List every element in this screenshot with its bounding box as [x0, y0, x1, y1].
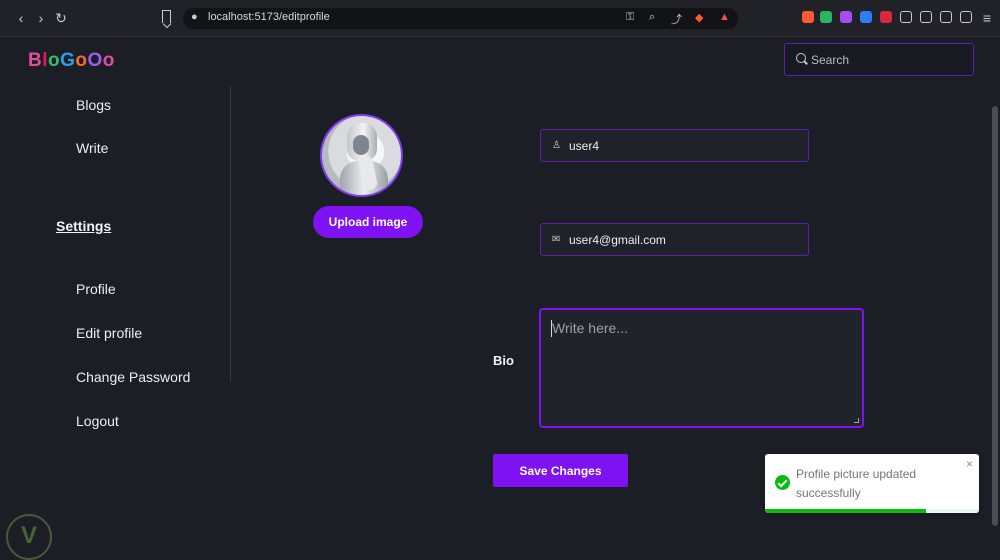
bio-textarea[interactable]: Write here...	[539, 308, 864, 428]
logo-letter: o	[75, 50, 88, 71]
rewards-icon[interactable]: ▲	[719, 11, 730, 23]
bio-label: Bio	[493, 353, 514, 368]
mail-icon: ✉	[552, 234, 561, 245]
sidebar-item-profile[interactable]: Profile	[76, 281, 116, 297]
url-text[interactable]: localhost:5173/editprofile	[208, 11, 330, 23]
username-field[interactable]: ♙ user4	[540, 129, 809, 162]
wallet-icon[interactable]	[940, 11, 952, 23]
logo[interactable]: BloGoOo	[28, 50, 115, 72]
user-icon: ♙	[552, 140, 561, 151]
avatar	[320, 114, 403, 197]
toast-progress-fill	[765, 509, 926, 513]
address-bar[interactable]: ● localhost:5173/editprofile ⚿ ⌕ ⤴ ◆ ▲	[183, 8, 738, 29]
bio-placeholder: Write here...	[552, 320, 628, 336]
browser-toolbar: ‹ › ↻ ● localhost:5173/editprofile ⚿ ⌕ ⤴…	[0, 0, 1000, 37]
forward-icon[interactable]: ›	[33, 9, 49, 27]
leo-icon[interactable]	[960, 11, 972, 23]
logo-letter: O	[87, 50, 103, 71]
toast-notification[interactable]: Profile picture updated successfully ×	[765, 454, 979, 513]
upload-image-button[interactable]: Upload image	[313, 206, 423, 238]
logo-letter: B	[28, 50, 43, 71]
sidebar-item-logout[interactable]: Logout	[76, 413, 119, 429]
extension-icon[interactable]	[840, 11, 852, 23]
toast-progress	[765, 509, 979, 513]
sidebar-item-change-password[interactable]: Change Password	[76, 369, 190, 385]
translate-icon[interactable]	[860, 11, 872, 23]
back-icon[interactable]: ‹	[13, 9, 29, 27]
sidebar-item-edit-profile[interactable]: Edit profile	[76, 325, 142, 341]
extension-icon[interactable]	[880, 11, 892, 23]
robot-face-image-part	[353, 135, 369, 155]
edit-profile-page: BloGoOo Blogs Write Settings Profile Edi…	[0, 38, 1000, 560]
watermark-logo: V	[6, 514, 52, 560]
resize-handle-icon[interactable]	[854, 418, 859, 423]
search-icon	[796, 53, 806, 63]
bookmark-icon[interactable]	[162, 10, 171, 23]
save-changes-button[interactable]: Save Changes	[493, 454, 628, 487]
sidebar-divider	[230, 86, 231, 381]
page-scrollbar[interactable]	[992, 106, 998, 526]
extension-icon[interactable]	[820, 11, 832, 23]
reload-icon[interactable]: ↻	[53, 9, 69, 27]
extension-icon[interactable]	[802, 11, 814, 23]
site-info-icon[interactable]: ●	[191, 11, 198, 23]
key-icon[interactable]: ⚿	[626, 11, 634, 24]
username-value: user4	[569, 139, 600, 153]
puzzle-icon[interactable]	[900, 11, 912, 23]
logo-letter: o	[102, 50, 115, 71]
toast-message: Profile picture updated successfully	[796, 467, 917, 500]
logo-letter: o	[48, 50, 61, 71]
sidebar-item-blogs[interactable]: Blogs	[76, 97, 111, 113]
search-input[interactable]	[811, 50, 961, 70]
zoom-icon[interactable]: ⌕	[649, 11, 655, 24]
success-check-icon	[775, 475, 790, 490]
sidebar-item-write[interactable]: Write	[76, 140, 108, 156]
search-box[interactable]	[784, 43, 974, 76]
logo-letter: G	[60, 50, 76, 71]
email-value: user4@gmail.com	[569, 233, 666, 247]
email-field[interactable]: ✉ user4@gmail.com	[540, 223, 809, 256]
sidebar-toggle-icon[interactable]	[920, 11, 932, 23]
menu-icon[interactable]: ≡	[979, 9, 995, 27]
share-icon[interactable]: ⤴	[671, 11, 682, 27]
brave-shield-icon[interactable]: ◆	[695, 11, 703, 24]
close-icon[interactable]: ×	[966, 457, 973, 471]
sidebar-item-settings[interactable]: Settings	[56, 218, 111, 234]
